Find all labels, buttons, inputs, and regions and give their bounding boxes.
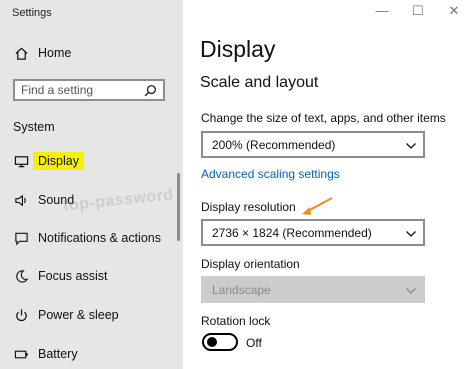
battery-icon bbox=[13, 346, 29, 362]
rotation-lock-label: Rotation lock bbox=[201, 314, 271, 328]
highlight: Display bbox=[33, 152, 84, 170]
power-icon bbox=[13, 307, 29, 323]
resolution-label: Display resolution bbox=[201, 200, 296, 214]
sidebar-item-focus-assist[interactable]: Focus assist bbox=[0, 262, 183, 290]
section-title: System bbox=[13, 120, 55, 134]
notification-icon bbox=[13, 230, 29, 246]
sidebar-item-battery[interactable]: Battery bbox=[0, 340, 183, 368]
section-title: Scale and layout bbox=[200, 74, 319, 91]
sidebar-item-label: Power & sleep bbox=[38, 308, 119, 322]
sidebar-item-notifications[interactable]: Notifications & actions bbox=[0, 224, 183, 252]
orientation-value: Landscape bbox=[212, 283, 271, 297]
chevron-down-icon bbox=[405, 139, 417, 151]
sidebar-item-home[interactable]: Home bbox=[0, 39, 183, 67]
sidebar-item-label: Home bbox=[38, 46, 72, 60]
sidebar-item-label: Display bbox=[33, 152, 84, 170]
sidebar-item-label: Focus assist bbox=[38, 269, 108, 283]
app-title: Settings bbox=[12, 7, 52, 19]
search-box[interactable] bbox=[13, 79, 165, 101]
sidebar-item-power-sleep[interactable]: Power & sleep bbox=[0, 301, 183, 329]
toggle-knob bbox=[207, 337, 217, 347]
scale-value: 200% (Recommended) bbox=[212, 138, 336, 152]
speaker-icon bbox=[13, 192, 29, 208]
sidebar-scrollbar[interactable] bbox=[177, 173, 180, 241]
advanced-scaling-link[interactable]: Advanced scaling settings bbox=[201, 167, 340, 181]
main-panel: — ☐ ✕ Display Scale and layout Change th… bbox=[183, 0, 474, 369]
close-button[interactable]: ✕ bbox=[445, 3, 463, 19]
scale-dropdown[interactable]: 200% (Recommended) bbox=[201, 131, 425, 158]
home-icon bbox=[13, 45, 29, 61]
chevron-down-icon bbox=[405, 227, 417, 239]
arrow-annotation-icon bbox=[302, 197, 333, 215]
sidebar-item-display[interactable]: Display bbox=[0, 147, 183, 175]
chevron-down-icon bbox=[405, 284, 417, 296]
resolution-value: 2736 × 1824 (Recommended) bbox=[212, 226, 372, 240]
resolution-dropdown[interactable]: 2736 × 1824 (Recommended) bbox=[201, 219, 425, 246]
search-icon[interactable] bbox=[144, 84, 157, 97]
page-title: Display bbox=[200, 36, 276, 62]
monitor-icon bbox=[13, 153, 29, 169]
sidebar: Settings Home System Display Sound Notif… bbox=[0, 0, 183, 369]
rotation-lock-state: Off bbox=[246, 336, 262, 350]
scale-label: Change the size of text, apps, and other… bbox=[201, 111, 446, 125]
sidebar-item-label: Notifications & actions bbox=[38, 231, 161, 245]
search-input[interactable] bbox=[21, 83, 141, 97]
minimize-button[interactable]: — bbox=[373, 3, 391, 18]
orientation-label: Display orientation bbox=[201, 257, 300, 271]
maximize-button[interactable]: ☐ bbox=[409, 3, 427, 19]
rotation-lock-toggle[interactable] bbox=[202, 333, 238, 351]
orientation-dropdown[interactable]: Landscape bbox=[201, 276, 425, 303]
sidebar-item-label: Battery bbox=[38, 347, 78, 361]
moon-icon bbox=[13, 268, 29, 284]
